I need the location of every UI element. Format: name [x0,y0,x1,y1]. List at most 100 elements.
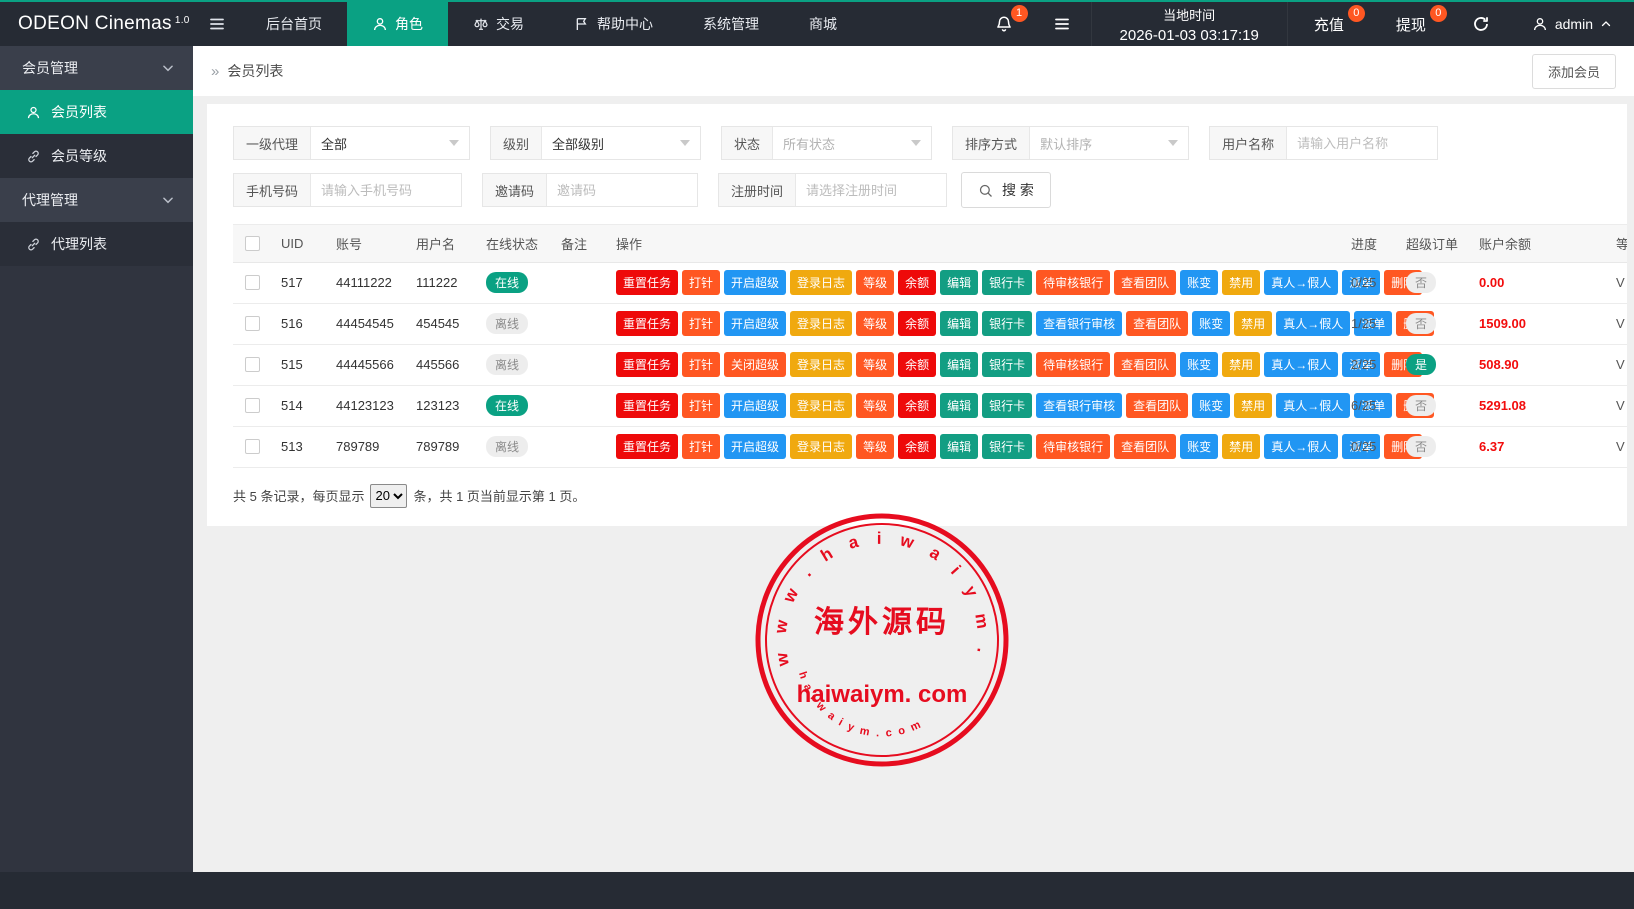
action-button[interactable]: 重置任务 [616,311,678,336]
action-button[interactable]: 真人→假人 [1276,311,1350,336]
action-button[interactable]: 等级 [856,434,894,459]
action-button[interactable]: 编辑 [940,311,978,336]
action-button[interactable]: 余额 [898,352,936,377]
action-button[interactable]: 等级 [856,393,894,418]
sidebar-item-3[interactable]: 代理管理 [0,178,193,222]
action-button[interactable]: 禁用 [1222,352,1260,377]
sort-select[interactable]: 默认排序 [1030,127,1188,159]
action-button[interactable]: 银行卡 [982,270,1032,295]
row-checkbox[interactable] [245,275,260,290]
action-button[interactable]: 真人→假人 [1264,270,1338,295]
action-button[interactable]: 重置任务 [616,393,678,418]
action-button[interactable]: 查看团队 [1114,434,1176,459]
action-button[interactable]: 银行卡 [982,434,1032,459]
action-button[interactable]: 余额 [898,393,936,418]
nav-item-3[interactable]: 帮助中心 [549,2,678,46]
sidebar-toggle-button[interactable] [193,2,241,46]
action-button[interactable]: 禁用 [1222,270,1260,295]
status-select[interactable]: 所有状态 [773,127,931,159]
action-button[interactable]: 待审核银行 [1036,270,1110,295]
action-button[interactable]: 账变 [1180,270,1218,295]
sidebar-item-2[interactable]: 会员等级 [0,134,193,178]
search-button[interactable]: 搜 索 [961,172,1051,208]
action-button[interactable]: 重置任务 [616,352,678,377]
action-button[interactable]: 查看团队 [1114,352,1176,377]
action-button[interactable]: 开启超级 [724,270,786,295]
nav-item-4[interactable]: 系统管理 [678,2,784,46]
action-button[interactable]: 开启超级 [724,311,786,336]
nav-item-5[interactable]: 商城 [784,2,862,46]
action-button[interactable]: 真人→假人 [1276,393,1350,418]
sidebar-item-4[interactable]: 代理列表 [0,222,193,266]
action-button[interactable]: 打针 [682,311,720,336]
sidebar-item-0[interactable]: 会员管理 [0,46,193,90]
action-button[interactable]: 登录日志 [790,434,852,459]
action-button[interactable]: 余额 [898,270,936,295]
action-button[interactable]: 账变 [1180,352,1218,377]
row-checkbox[interactable] [245,439,260,454]
action-button[interactable]: 打针 [682,270,720,295]
action-button[interactable]: 登录日志 [790,270,852,295]
action-button[interactable]: 查看银行审核 [1036,311,1122,336]
action-button[interactable]: 余额 [898,434,936,459]
action-button[interactable]: 编辑 [940,393,978,418]
row-checkbox[interactable] [245,398,260,413]
action-button[interactable]: 等级 [856,352,894,377]
row-checkbox[interactable] [245,316,260,331]
action-button[interactable]: 等级 [856,311,894,336]
action-button[interactable]: 重置任务 [616,434,678,459]
refresh-button[interactable] [1452,2,1510,46]
action-button[interactable]: 余额 [898,311,936,336]
add-member-button[interactable]: 添加会员 [1532,54,1616,89]
action-button[interactable]: 查看团队 [1126,393,1188,418]
action-button[interactable]: 开启超级 [724,393,786,418]
action-button[interactable]: 编辑 [940,434,978,459]
withdraw-button[interactable]: 提现 0 [1370,2,1452,46]
action-button[interactable]: 查看团队 [1114,270,1176,295]
invite-code-input[interactable] [547,174,697,206]
level-select[interactable]: 全部级别 [542,127,700,159]
select-all-checkbox[interactable] [245,236,260,251]
action-button[interactable]: 真人→假人 [1264,352,1338,377]
action-button[interactable]: 查看团队 [1126,311,1188,336]
action-button[interactable]: 等级 [856,270,894,295]
action-button[interactable]: 禁用 [1222,434,1260,459]
action-button[interactable]: 编辑 [940,352,978,377]
nav-item-2[interactable]: 交易 [448,2,549,46]
agent-select[interactable]: 全部 [311,127,469,159]
action-button[interactable]: 待审核银行 [1036,434,1110,459]
action-button[interactable]: 查看银行审核 [1036,393,1122,418]
action-button[interactable]: 登录日志 [790,393,852,418]
action-button[interactable]: 打针 [682,434,720,459]
phone-input[interactable] [311,174,461,206]
per-page-select[interactable]: 20 [370,484,407,508]
nav-item-1[interactable]: 角色 [347,2,448,46]
action-button[interactable]: 待审核银行 [1036,352,1110,377]
action-button[interactable]: 银行卡 [982,393,1032,418]
action-button[interactable]: 关闭超级 [724,352,786,377]
action-button[interactable]: 银行卡 [982,311,1032,336]
row-checkbox[interactable] [245,357,260,372]
sidebar-item-1[interactable]: 会员列表 [0,90,193,134]
username-input[interactable] [1287,127,1437,159]
action-button[interactable]: 登录日志 [790,311,852,336]
action-button[interactable]: 开启超级 [724,434,786,459]
action-button[interactable]: 银行卡 [982,352,1032,377]
action-button[interactable]: 禁用 [1234,311,1272,336]
action-button[interactable]: 重置任务 [616,270,678,295]
notifications-button[interactable]: 1 [975,2,1033,46]
action-button[interactable]: 打针 [682,393,720,418]
action-button[interactable]: 编辑 [940,270,978,295]
action-button[interactable]: 账变 [1192,311,1230,336]
list-toggle-button[interactable] [1033,2,1091,46]
register-time-input[interactable] [796,174,946,206]
action-button[interactable]: 真人→假人 [1264,434,1338,459]
action-button[interactable]: 禁用 [1234,393,1272,418]
recharge-button[interactable]: 充值 0 [1288,2,1370,46]
action-button[interactable]: 账变 [1192,393,1230,418]
user-menu[interactable]: admin [1510,2,1634,46]
nav-item-0[interactable]: 后台首页 [241,2,347,46]
action-button[interactable]: 打针 [682,352,720,377]
action-button[interactable]: 登录日志 [790,352,852,377]
action-button[interactable]: 账变 [1180,434,1218,459]
